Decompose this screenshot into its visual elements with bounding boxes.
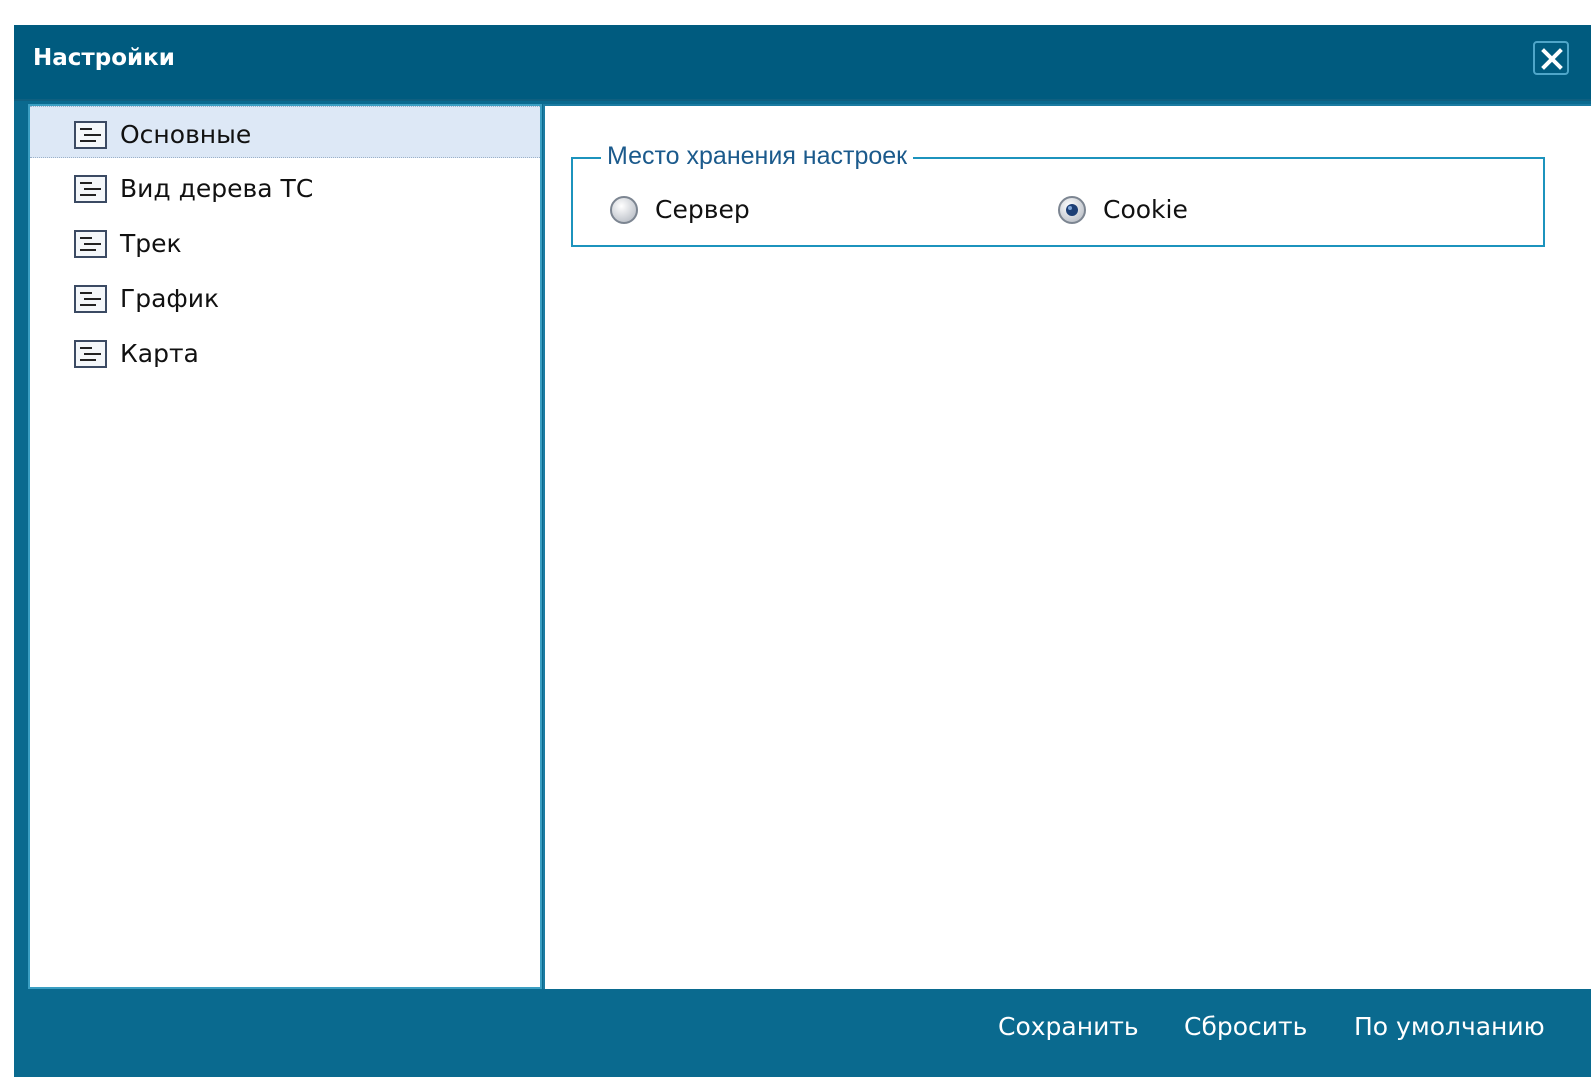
radio-server-label: Сервер	[655, 195, 750, 224]
tree-item-label: Трек	[120, 229, 182, 258]
dialog-title: Настройки	[33, 45, 175, 71]
radio-unchecked-icon[interactable]	[609, 195, 639, 225]
tree-item-chart[interactable]: График	[30, 271, 540, 323]
tree-item-label: Основные	[120, 120, 252, 149]
dialog-footer: Сохранить Сбросить По умолчанию	[14, 989, 1591, 1077]
tree-item-vehicle-tree-view[interactable]: Вид дерева ТС	[30, 161, 540, 213]
tree-item-map[interactable]: Карта	[30, 326, 540, 378]
reset-button[interactable]: Сбросить	[1184, 1012, 1307, 1041]
tree-item-main[interactable]: Основные	[30, 106, 540, 158]
tree-item-label: График	[120, 284, 220, 313]
save-button[interactable]: Сохранить	[998, 1012, 1139, 1041]
tree-item-label: Вид дерева ТС	[120, 174, 314, 203]
storage-legend: Место хранения настроек	[601, 142, 914, 171]
settings-dialog: Настройки Основные Вид дерева ТС Трек Гр…	[14, 25, 1591, 1077]
settings-list-icon	[74, 121, 107, 149]
close-icon	[1541, 48, 1563, 70]
settings-tree: Основные Вид дерева ТС Трек График Карта	[28, 104, 542, 989]
settings-list-icon	[74, 175, 107, 203]
default-button[interactable]: По умолчанию	[1354, 1012, 1545, 1041]
close-button[interactable]	[1533, 41, 1569, 75]
radio-cookie-label: Cookie	[1103, 195, 1188, 224]
settings-content: Место хранения настроек Сервер Cookie	[543, 104, 1591, 989]
storage-fieldset: Место хранения настроек Сервер Cookie	[571, 142, 1545, 247]
dialog-titlebar[interactable]: Настройки	[14, 25, 1591, 99]
tree-item-track[interactable]: Трек	[30, 216, 540, 268]
radio-checked-icon[interactable]	[1057, 195, 1087, 225]
settings-list-icon	[74, 285, 107, 313]
settings-list-icon	[74, 340, 107, 368]
dialog-body: Основные Вид дерева ТС Трек График Карта…	[14, 101, 1591, 989]
tree-item-label: Карта	[120, 339, 199, 368]
settings-list-icon	[74, 230, 107, 258]
